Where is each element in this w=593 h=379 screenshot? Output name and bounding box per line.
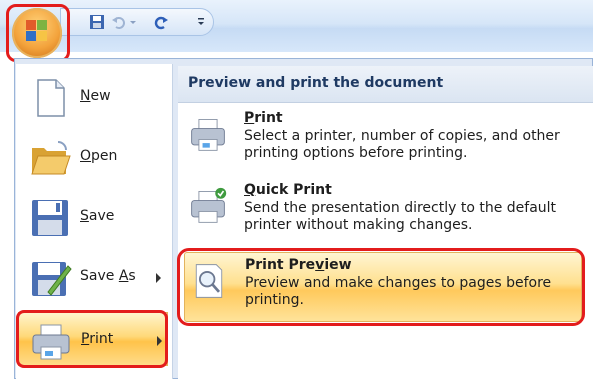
print-item-highlight: [16, 310, 168, 368]
menu-item-save-as[interactable]: Save As: [18, 250, 168, 306]
save-icon[interactable]: [88, 13, 106, 31]
submenu-arrow-icon: [156, 273, 161, 283]
submenu-item-title: Print: [244, 110, 283, 126]
menu-item-save[interactable]: Save: [18, 190, 168, 246]
submenu-item-desc: Send the presentation directly to the de…: [244, 200, 557, 233]
redo-icon[interactable]: [152, 13, 170, 31]
new-document-icon: [28, 76, 72, 120]
submenu-item-title: Quick Print: [244, 182, 332, 198]
quick-print-icon: [188, 186, 228, 226]
undo-icon[interactable]: [110, 13, 128, 31]
menu-item-label: Open: [80, 148, 118, 164]
print-preview-highlight: [177, 248, 585, 326]
save-as-icon: [28, 256, 72, 300]
customize-qat-icon[interactable]: [192, 13, 210, 31]
menu-item-label: New: [80, 88, 111, 104]
submenu-header: Preview and print the document: [178, 66, 593, 103]
undo-dropdown-icon[interactable]: [128, 13, 138, 31]
menu-item-open[interactable]: Open: [18, 130, 168, 186]
printer-icon: [188, 114, 228, 154]
save-icon: [28, 196, 72, 240]
office-button-highlight: [6, 4, 70, 62]
open-folder-icon: [28, 136, 72, 180]
menu-item-label: Save As: [80, 268, 136, 284]
submenu-item-print[interactable]: Print Select a printer, number of copies…: [184, 106, 582, 172]
submenu-header-text: Preview and print the document: [188, 75, 444, 91]
menu-item-label: Save: [80, 208, 115, 224]
submenu-item-desc: Select a printer, number of copies, and …: [244, 128, 560, 161]
menu-item-new[interactable]: New: [18, 70, 168, 126]
submenu-item-quick-print[interactable]: Quick Print Send the presentation direct…: [184, 178, 582, 244]
